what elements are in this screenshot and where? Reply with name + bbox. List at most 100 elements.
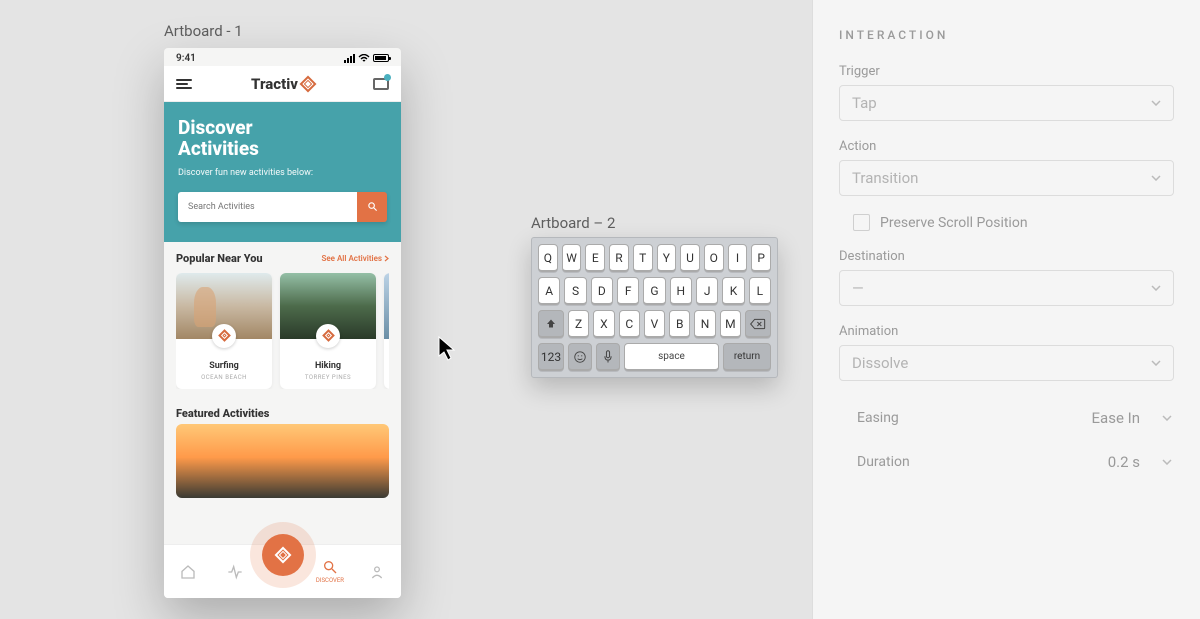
key-e[interactable]: E [585,244,605,272]
card-title: Hiking [315,361,341,371]
status-time: 9:41 [176,53,196,64]
key-return[interactable]: return [723,343,771,371]
chevron-right-icon [384,255,389,262]
animation-value: Dissolve [852,354,908,372]
trigger-value: Tap [852,94,877,112]
key-n[interactable]: N [694,310,715,338]
tab-activity[interactable] [211,564,258,580]
artboard2-label[interactable]: Artboard – 2 [531,214,615,232]
chevron-down-icon [1151,360,1161,366]
preserve-label: Preserve Scroll Position [880,215,1028,231]
duration-label: Duration [857,454,910,470]
user-icon [369,564,385,580]
key-m[interactable]: M [720,310,741,338]
key-x[interactable]: X [593,310,614,338]
mic-icon [603,350,613,364]
easing-row: Easing Ease In [839,409,1174,427]
key-v[interactable]: V [644,310,665,338]
key-mic[interactable] [596,343,620,371]
menu-icon[interactable] [176,79,192,89]
key-q[interactable]: Q [538,244,558,272]
see-all-link[interactable]: See All Activities [321,254,389,263]
search[interactable] [178,192,387,222]
card-sub: OCEAN BEACH [176,374,272,381]
search-input[interactable] [178,192,357,222]
tab-profile[interactable] [354,564,401,580]
artboard1[interactable]: 9:41 Tractiv DiscoverActivities Discover… [164,48,401,598]
key-r[interactable]: R [609,244,629,272]
destination-value: — [852,279,864,297]
hero: DiscoverActivities Discover fun new acti… [164,102,401,242]
animation-dropdown[interactable]: Dissolve [839,345,1174,381]
action-label: Action [839,139,1174,154]
key-f[interactable]: F [617,277,639,305]
duration-dropdown[interactable]: 0.2 s [1108,453,1172,471]
key-space[interactable]: space [624,343,719,371]
key-u[interactable]: U [680,244,700,272]
trigger-label: Trigger [839,64,1174,79]
easing-value: Ease In [1092,409,1140,427]
key-d[interactable]: D [591,277,613,305]
key-w[interactable]: W [562,244,582,272]
home-icon [180,564,196,580]
key-backspace[interactable] [745,310,771,338]
key-h[interactable]: H [670,277,692,305]
key-emoji[interactable] [568,343,592,371]
search-icon [322,559,338,575]
signal-icon [344,54,355,63]
featured-image[interactable] [176,424,389,498]
destination-dropdown[interactable]: — [839,270,1174,306]
activity-icon [227,564,243,580]
action-dropdown[interactable]: Transition [839,160,1174,196]
artboard2-keyboard[interactable]: QWERTYUOIP ASDFGHJKL ZXCVBNM 123 space r… [531,237,778,378]
easing-dropdown[interactable]: Ease In [1092,409,1172,427]
cards-row[interactable]: SurfingOCEAN BEACH HikingTORREY PINES [176,273,389,389]
hero-subtitle: Discover fun new activities below: [178,168,387,178]
key-o[interactable]: O [704,244,724,272]
key-s[interactable]: S [564,277,586,305]
diamond-icon [218,329,231,342]
action-value: Transition [852,169,918,187]
key-z[interactable]: Z [568,310,589,338]
key-i[interactable]: I [728,244,748,272]
backspace-icon [750,318,766,330]
key-l[interactable]: L [749,277,771,305]
artboard1-label[interactable]: Artboard - 1 [164,22,243,40]
preserve-scroll-row[interactable]: Preserve Scroll Position [853,214,1174,231]
tab-home[interactable] [164,564,211,580]
card-peek[interactable] [384,273,389,389]
inbox-icon[interactable] [373,78,389,90]
duration-value: 0.2 s [1108,453,1140,471]
key-t[interactable]: T [633,244,653,272]
key-123[interactable]: 123 [538,343,564,371]
key-shift[interactable] [538,310,564,338]
chevron-down-icon [1162,415,1172,421]
card-image [176,273,272,339]
featured-section: Featured Activities [164,397,401,498]
key-b[interactable]: B [669,310,690,338]
card-hiking[interactable]: HikingTORREY PINES [280,273,376,389]
brand-text: Tractiv [251,75,298,93]
key-g[interactable]: G [643,277,665,305]
checkbox[interactable] [853,214,870,231]
card-image [384,273,389,339]
chevron-down-icon [1151,175,1161,181]
cursor-icon [438,336,456,362]
trigger-dropdown[interactable]: Tap [839,85,1174,121]
key-y[interactable]: Y [657,244,677,272]
animation-label: Animation [839,324,1174,339]
search-button[interactable] [357,192,387,222]
shift-icon [545,318,557,330]
field-animation: Animation Dissolve [839,324,1174,381]
chevron-down-icon [1151,285,1161,291]
card-image [280,273,376,339]
key-j[interactable]: J [696,277,718,305]
card-surfing[interactable]: SurfingOCEAN BEACH [176,273,272,389]
key-a[interactable]: A [538,277,560,305]
fab-add[interactable] [262,534,304,576]
key-p[interactable]: P [751,244,771,272]
key-k[interactable]: K [722,277,744,305]
tab-discover[interactable]: DISCOVER [306,559,353,584]
diamond-icon [322,329,335,342]
key-c[interactable]: C [619,310,640,338]
